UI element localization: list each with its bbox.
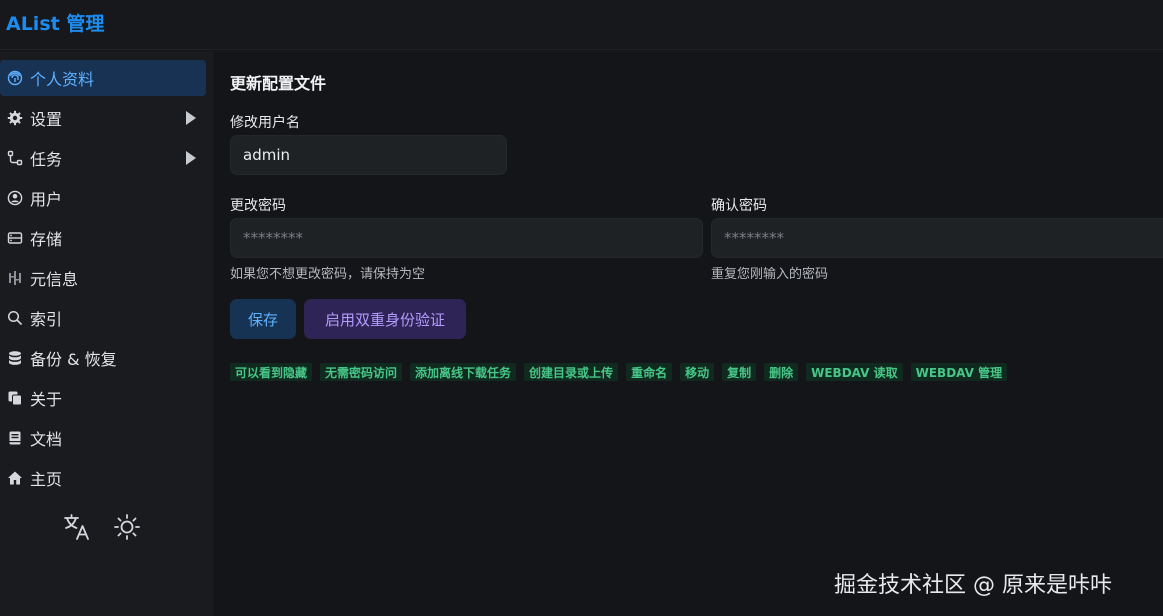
sidebar-item-docs[interactable]: 文档 [0,420,206,456]
search-icon [0,310,30,326]
fingerprint-icon [0,70,30,86]
permission-badge: 创建目录或上传 [524,363,619,381]
sidebar-item-backup[interactable]: 备份 & 恢复 [0,340,206,376]
sidebar-item-home[interactable]: 主页 [0,460,206,496]
password-label: 更改密码 [230,198,286,214]
storage-icon [0,230,30,246]
permission-badge: 可以看到隐藏 [230,363,313,381]
username-input[interactable] [230,135,507,175]
book-icon [0,430,30,446]
permission-badge: 无需密码访问 [320,363,403,381]
sidebar: 个人资料 设置 任务 用户 存储 元信息 索引 备份 & 恢复 关于 文档 主页 [0,52,213,616]
sidebar-tools [62,512,142,546]
permission-badge: WEBDAV 读取 [806,363,903,381]
sidebar-item-label: 任务 [30,150,63,169]
top-bar: AList 管理 [0,0,1163,50]
tasks-icon [0,150,30,166]
sidebar-item-label: 元信息 [30,270,79,289]
password-helper: 如果您不想更改密码，请保持为空 [230,267,426,282]
sidebar-item-label: 存储 [30,230,63,249]
home-icon [0,470,30,486]
permission-badge: 重命名 [626,363,673,381]
permission-badge: 添加离线下载任务 [410,363,517,381]
page-title: 更新配置文件 [230,74,327,93]
permission-badge: 移动 [680,363,715,381]
permission-badge: 删除 [764,363,799,381]
sidebar-item-storage[interactable]: 存储 [0,220,206,256]
sidebar-item-meta[interactable]: 元信息 [0,260,206,296]
save-button[interactable]: 保存 [230,299,296,339]
sidebar-item-settings[interactable]: 设置 [0,100,206,136]
app-title[interactable]: AList 管理 [6,9,104,36]
sidebar-item-label: 备份 & 恢复 [30,350,117,369]
main-panel: 更新配置文件 修改用户名 更改密码 如果您不想更改密码，请保持为空 确认密码 重… [214,52,1163,616]
user-circle-icon [0,190,30,206]
sidebar-item-label: 用户 [30,190,63,209]
sidebar-item-label: 个人资料 [30,70,95,89]
sidebar-item-profile[interactable]: 个人资料 [0,60,206,96]
caret-right-icon [186,111,196,125]
watermark: 掘金技术社区 @ 原来是咔咔 [834,573,1112,598]
permission-badge: WEBDAV 管理 [910,363,1008,381]
username-label: 修改用户名 [230,115,300,131]
sun-icon[interactable] [112,512,142,546]
database-icon [0,350,30,366]
sidebar-item-about[interactable]: 关于 [0,380,206,416]
sidebar-item-tasks[interactable]: 任务 [0,140,206,176]
sidebar-item-label: 关于 [30,390,63,409]
sidebar-item-label: 文档 [30,430,63,449]
permission-badge: 复制 [722,363,757,381]
confirm-password-label: 确认密码 [711,198,767,214]
confirm-password-helper: 重复您刚输入的密码 [711,267,829,282]
sidebar-item-label: 索引 [30,310,63,329]
password-input[interactable] [230,218,703,258]
confirm-password-input[interactable] [711,218,1163,258]
sidebar-item-label: 设置 [30,110,63,129]
sidebar-item-users[interactable]: 用户 [0,180,206,216]
caret-right-icon [186,151,196,165]
sidebar-item-label: 主页 [30,470,63,489]
copy-icon [0,390,30,406]
enable-2fa-button[interactable]: 启用双重身份验证 [304,299,466,339]
gear-icon [0,110,30,126]
translate-icon[interactable] [62,512,92,546]
permission-badges: 可以看到隐藏 无需密码访问 添加离线下载任务 创建目录或上传 重命名 移动 复制… [230,363,1008,381]
meta-icon [0,270,30,286]
sidebar-item-index[interactable]: 索引 [0,300,206,336]
